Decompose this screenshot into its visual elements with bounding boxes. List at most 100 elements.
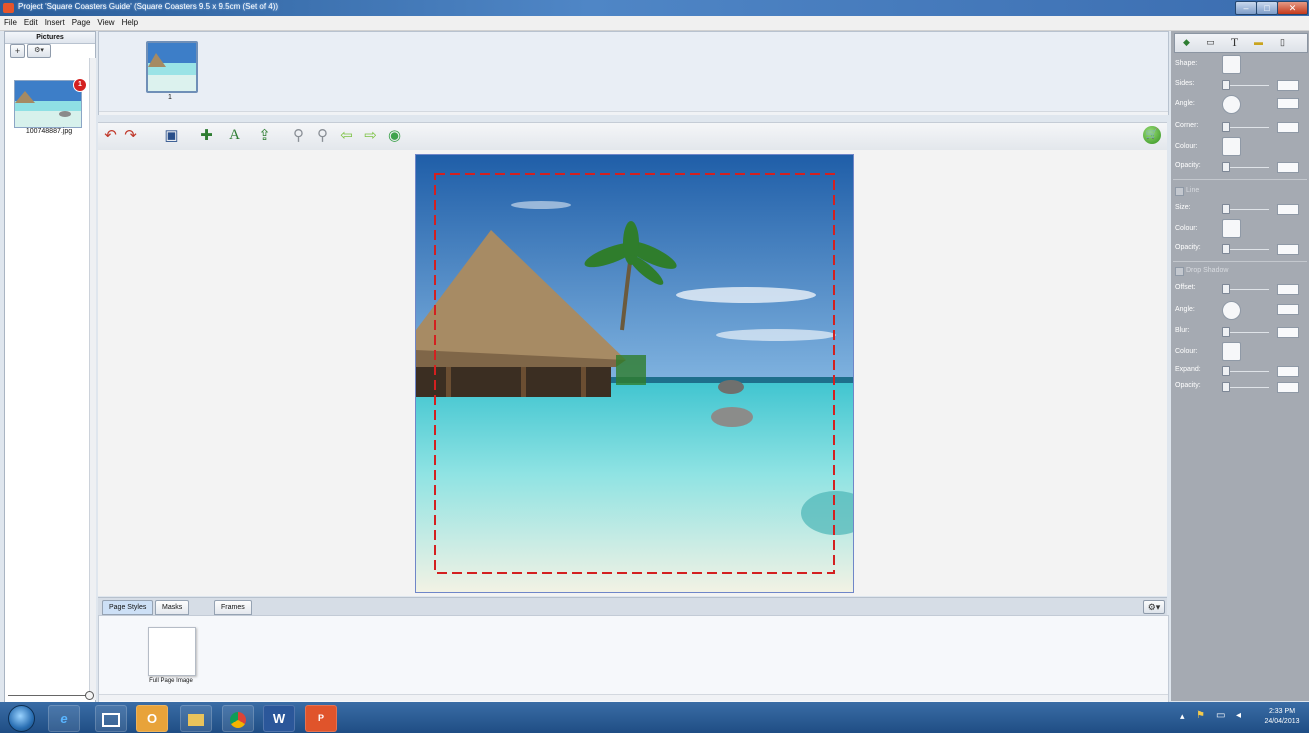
menu-view[interactable]: View (93, 16, 117, 27)
angle-dial[interactable] (1222, 95, 1241, 114)
line-checkbox-label: Line (1186, 187, 1200, 194)
pictures-scrollbar[interactable] (89, 58, 96, 700)
menu-insert[interactable]: Insert (41, 16, 68, 27)
page-number: 1 (168, 94, 172, 101)
menu-bar: File Edit Insert Page View Help (0, 16, 1309, 31)
picture-thumbnail-image (15, 81, 81, 127)
redo-icon[interactable]: ↷ (122, 127, 139, 144)
sides-field[interactable] (1277, 80, 1299, 91)
tab-page-styles[interactable]: Page Styles (102, 600, 154, 615)
next-page-icon[interactable]: ⇨ (362, 127, 379, 144)
page-tab-icon[interactable]: ▯ (1274, 36, 1291, 49)
system-tray: ▴ ⚑ ▭ ◂ 2:33 PM 24/04/2013 (1178, 708, 1303, 728)
shape-picker[interactable] (1222, 55, 1241, 74)
line-opacity-field[interactable] (1277, 244, 1299, 255)
corner-slider-knob[interactable] (1222, 122, 1230, 132)
blur-field[interactable] (1277, 327, 1299, 338)
page-canvas[interactable] (98, 150, 1167, 596)
add-text-icon[interactable]: A (226, 127, 243, 144)
show-hidden-icons-icon[interactable]: ▴ (1180, 711, 1185, 722)
zoom-out-icon[interactable]: ⚲ (290, 127, 307, 144)
thumbnail-size-slider-knob[interactable] (85, 691, 94, 700)
style-full-page-image[interactable] (148, 627, 196, 676)
pages-scrollbar[interactable] (99, 111, 1168, 115)
photobook-icon[interactable]: P (305, 705, 337, 732)
expand-slider-knob[interactable] (1222, 366, 1230, 376)
undo-icon[interactable]: ↶ (102, 127, 119, 144)
text-tab-icon[interactable]: T (1226, 36, 1243, 49)
clock-date[interactable]: 24/04/2013 (1262, 718, 1302, 725)
picture-options-button[interactable]: ⚙▾ (27, 44, 51, 58)
separator (1173, 261, 1307, 262)
add-picture-button[interactable]: + (10, 44, 25, 58)
maximize-button[interactable]: □ (1256, 1, 1278, 15)
desktop-icon[interactable] (95, 705, 127, 732)
title-bar: Project 'Square Coasters Guide' (Square … (0, 0, 1309, 16)
line-opacity-slider-knob[interactable] (1222, 244, 1230, 254)
network-icon[interactable]: ▭ (1216, 710, 1225, 721)
minimize-button[interactable]: – (1235, 1, 1257, 15)
close-button[interactable]: ✕ (1277, 1, 1308, 15)
internet-explorer-icon[interactable]: e (48, 705, 80, 732)
windows-taskbar: e O W P ▴ ⚑ ▭ ◂ 2:33 PM 24/04/2013 (0, 702, 1309, 733)
properties-tabs: ◆ ▭ T ▬ ▯ (1174, 33, 1308, 53)
thumbnail-size-slider-track[interactable] (8, 695, 86, 696)
line-colour-swatch[interactable] (1222, 219, 1241, 238)
picture-thumbnail[interactable] (14, 80, 82, 128)
action-center-flag-icon[interactable]: ⚑ (1196, 710, 1205, 721)
offset-slider-knob[interactable] (1222, 284, 1230, 294)
info-icon[interactable]: ◉ (386, 127, 403, 144)
word-icon[interactable]: W (263, 705, 295, 732)
page-thumbnail[interactable] (146, 41, 198, 93)
drop-shadow-checkbox[interactable] (1175, 267, 1184, 276)
blur-slider-knob[interactable] (1222, 327, 1230, 337)
offset-field[interactable] (1277, 284, 1299, 295)
menu-page[interactable]: Page (68, 16, 94, 27)
corner-field[interactable] (1277, 122, 1299, 133)
shape-colour-swatch[interactable] (1222, 137, 1241, 156)
page-photo[interactable] (415, 154, 854, 593)
clock-time[interactable]: 2:33 PM (1262, 708, 1302, 715)
sides-slider-knob[interactable] (1222, 80, 1230, 90)
menu-file[interactable]: File (0, 16, 20, 27)
line-checkbox[interactable] (1175, 187, 1184, 196)
angle-label: Angle: (1175, 100, 1195, 107)
separator (1173, 179, 1307, 180)
line-size-field[interactable] (1277, 204, 1299, 215)
shape-opacity-slider-knob[interactable] (1222, 162, 1230, 172)
picture-usage-badge: 1 (73, 78, 87, 92)
outlook-icon[interactable]: O (136, 705, 168, 732)
shadow-angle-dial[interactable] (1222, 301, 1241, 320)
shadow-angle-field[interactable] (1277, 304, 1299, 315)
styles-panel: Full Page Image (98, 615, 1169, 703)
add-image-icon[interactable]: ✚ (198, 127, 215, 144)
shape-opacity-field[interactable] (1277, 162, 1299, 173)
start-button[interactable] (8, 705, 35, 732)
shape-tab-icon[interactable]: ◆ (1178, 36, 1195, 49)
cart-icon[interactable]: 🛒 (1143, 126, 1161, 144)
chrome-icon[interactable] (222, 705, 254, 732)
folder-shape (188, 713, 204, 726)
zoom-in-icon[interactable]: ⚲ (314, 127, 331, 144)
shadow-colour-swatch[interactable] (1222, 342, 1241, 361)
menu-edit[interactable]: Edit (20, 16, 41, 27)
line-size-slider-knob[interactable] (1222, 204, 1230, 214)
tab-masks[interactable]: Masks (155, 600, 190, 615)
menu-help[interactable]: Help (118, 16, 141, 27)
corner-label: Corner: (1175, 122, 1199, 129)
volume-icon[interactable]: ◂ (1236, 710, 1241, 721)
ruler-tab-icon[interactable]: ▬ (1250, 36, 1267, 49)
line-size-label: Size: (1175, 204, 1191, 211)
export-icon[interactable]: ⇪ (256, 127, 273, 144)
styles-scrollbar[interactable] (99, 694, 1168, 701)
tab-frames[interactable]: Frames (214, 600, 252, 615)
shadow-opacity-slider-knob[interactable] (1222, 382, 1230, 392)
file-explorer-icon[interactable] (180, 705, 212, 732)
previous-page-icon[interactable]: ⇦ (338, 127, 355, 144)
save-icon[interactable]: ▣ (163, 127, 180, 144)
styles-options-button[interactable]: ⚙▾ (1143, 600, 1165, 614)
expand-field[interactable] (1277, 366, 1299, 377)
angle-field[interactable] (1277, 98, 1299, 109)
shadow-opacity-field[interactable] (1277, 382, 1299, 393)
image-tab-icon[interactable]: ▭ (1202, 36, 1219, 49)
